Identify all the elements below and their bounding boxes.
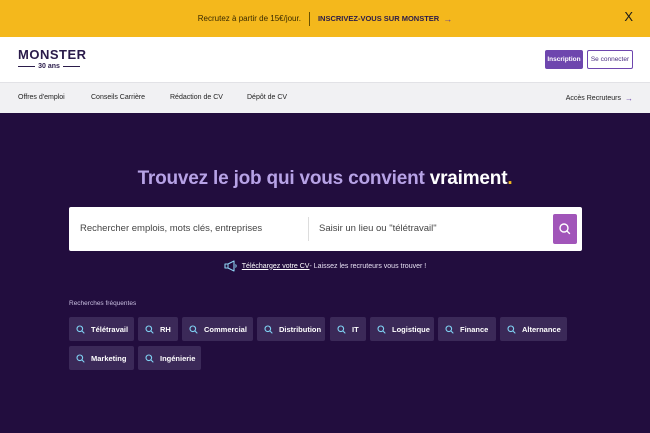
hero-title-dot: . xyxy=(507,168,513,189)
chip-teletravail[interactable]: Télétravail xyxy=(69,317,134,341)
promo-text: Recrutez à partir de 15€/jour. xyxy=(197,14,301,23)
chip-alternance[interactable]: Alternance xyxy=(500,317,567,341)
chip-label: Télétravail xyxy=(91,324,129,334)
chip-label: Distribution xyxy=(279,324,322,334)
search-icon xyxy=(76,353,85,363)
recruiters-label: Accès Recruteurs xyxy=(565,95,621,102)
hero-title: Trouvez le job qui vous convient vraimen… xyxy=(0,168,650,190)
search-icon xyxy=(445,324,454,334)
search-icon xyxy=(76,324,85,334)
search-icon xyxy=(189,324,198,334)
upload-cv-text: - Laissez les recruteurs vous trouver ! xyxy=(309,262,427,270)
hero-title-main: Trouvez le job qui vous convient xyxy=(137,168,430,189)
search-icon xyxy=(145,324,154,334)
upload-cv-link[interactable]: Téléchargez votre CV xyxy=(242,263,310,270)
search-icon xyxy=(145,353,154,363)
arrow-right-icon: → xyxy=(443,13,453,24)
frequent-searches-label: Recherches fréquentes xyxy=(69,300,137,307)
megaphone-icon xyxy=(224,260,237,272)
signup-button[interactable]: Inscription xyxy=(545,50,583,69)
location-search-input[interactable]: Saisir un lieu ou "télétravail" xyxy=(319,223,437,234)
chip-commercial[interactable]: Commercial xyxy=(182,317,253,341)
chip-it[interactable]: IT xyxy=(330,317,366,341)
nav-item-cv-writing[interactable]: Rédaction de CV xyxy=(170,94,223,101)
chip-label: Marketing xyxy=(91,353,127,363)
promo-cta-label: INSCRIVEZ-VOUS SUR MONSTER xyxy=(317,14,440,23)
search-icon xyxy=(507,324,516,334)
close-icon[interactable]: X xyxy=(624,10,633,23)
monster-logo[interactable]: MONSTER 30 ans xyxy=(18,47,87,70)
search-icon xyxy=(559,223,571,235)
arrow-right-icon: → xyxy=(625,94,633,103)
chip-marketing[interactable]: Marketing xyxy=(69,346,134,370)
nav-item-career-advice[interactable]: Conseils Carrière xyxy=(91,94,145,101)
logo-wordmark: MONSTER xyxy=(18,47,87,62)
main-nav: Offres d'emploi Conseils Carrière Rédact… xyxy=(0,82,650,113)
login-button[interactable]: Se connecter xyxy=(587,50,633,69)
logo-line-right xyxy=(62,66,81,67)
chip-label: Commercial xyxy=(204,324,247,334)
hero-title-strong: vraiment xyxy=(429,168,508,189)
logo-line-left xyxy=(18,66,36,67)
keyword-search-input[interactable]: Rechercher emplois, mots clés, entrepris… xyxy=(80,223,262,234)
chip-label: Alternance xyxy=(522,324,561,334)
promo-cta-link[interactable]: INSCRIVEZ-VOUS SUR MONSTER → xyxy=(318,14,452,24)
chip-rh[interactable]: RH xyxy=(138,317,178,341)
search-divider xyxy=(308,217,309,241)
search-icon xyxy=(377,324,386,334)
chip-ingenierie[interactable]: Ingénierie xyxy=(138,346,201,370)
logo-anniversary-text: 30 ans xyxy=(38,63,60,70)
chip-logistique[interactable]: Logistique xyxy=(370,317,434,341)
chip-label: Logistique xyxy=(392,324,430,334)
logo-anniversary: 30 ans xyxy=(18,63,81,70)
chip-label: IT xyxy=(352,324,359,334)
chip-label: Finance xyxy=(460,324,489,334)
promo-banner: Recrutez à partir de 15€/jour. INSCRIVEZ… xyxy=(0,0,650,37)
chip-finance[interactable]: Finance xyxy=(438,317,496,341)
promo-separator xyxy=(308,11,310,26)
search-icon xyxy=(337,324,346,334)
chip-label: RH xyxy=(160,324,171,334)
nav-item-job-offers[interactable]: Offres d'emploi xyxy=(18,94,65,101)
search-icon xyxy=(264,324,273,334)
chip-distribution[interactable]: Distribution xyxy=(257,317,325,341)
search-button[interactable] xyxy=(553,214,577,244)
upload-cv-row: Téléchargez votre CV - Laissez les recru… xyxy=(0,260,650,272)
chip-label: Ingénierie xyxy=(160,353,196,363)
nav-item-recruiters[interactable]: Accès Recruteurs → xyxy=(566,94,633,103)
nav-item-cv-upload[interactable]: Dépôt de CV xyxy=(247,94,287,101)
job-search-bar: Rechercher emplois, mots clés, entrepris… xyxy=(69,207,582,251)
